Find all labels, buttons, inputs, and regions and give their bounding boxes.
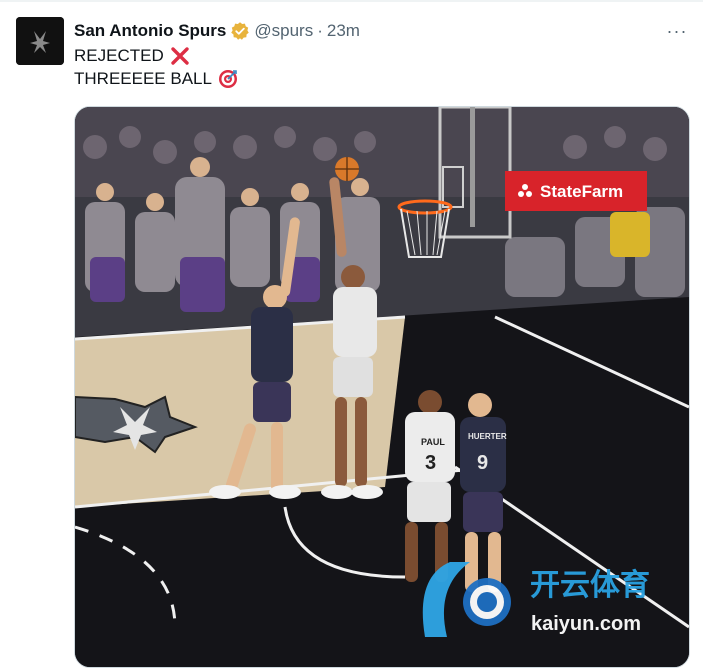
post-text-line-1: REJECTED [74,46,190,66]
spurs-logo-icon [16,17,64,65]
jersey-blue-number: 9 [477,452,488,474]
verified-badge-icon [231,22,250,40]
post-text-line-2: THREEEEE BALL [74,69,238,89]
basketball-scene: StateFarm PAUL 3 HUERTER 9 开云体育 kaiyun.c… [75,107,689,667]
sponsor-banner: StateFarm [505,171,647,211]
cross-mark-icon [171,47,189,65]
avatar[interactable] [16,17,64,65]
jersey-white-name: PAUL [421,437,445,447]
media-video-frame[interactable]: StateFarm PAUL 3 HUERTER 9 开云体育 kaiyun.c… [74,106,690,668]
more-options-button[interactable]: ··· [664,20,690,42]
more-dots-icon: ··· [666,20,688,41]
author-handle[interactable]: @spurs [254,21,313,41]
post-text-rejected: REJECTED [74,46,164,65]
top-divider [0,0,703,2]
sponsor-banner-text: StateFarm [540,182,623,201]
jersey-blue-name: HUERTER [468,432,507,441]
post-header: San Antonio Spurs @spurs · 23m [74,20,360,42]
author-name[interactable]: San Antonio Spurs [74,21,226,41]
jersey-white-number: 3 [425,452,436,474]
post-timestamp[interactable]: 23m [327,21,360,41]
post-text-three-ball: THREEEEE BALL [74,69,212,88]
bullseye-icon [218,70,237,88]
watermark-chinese: 开云体育 [530,568,650,602]
watermark-url: kaiyun.com [531,613,641,635]
separator-dot: · [317,21,323,40]
